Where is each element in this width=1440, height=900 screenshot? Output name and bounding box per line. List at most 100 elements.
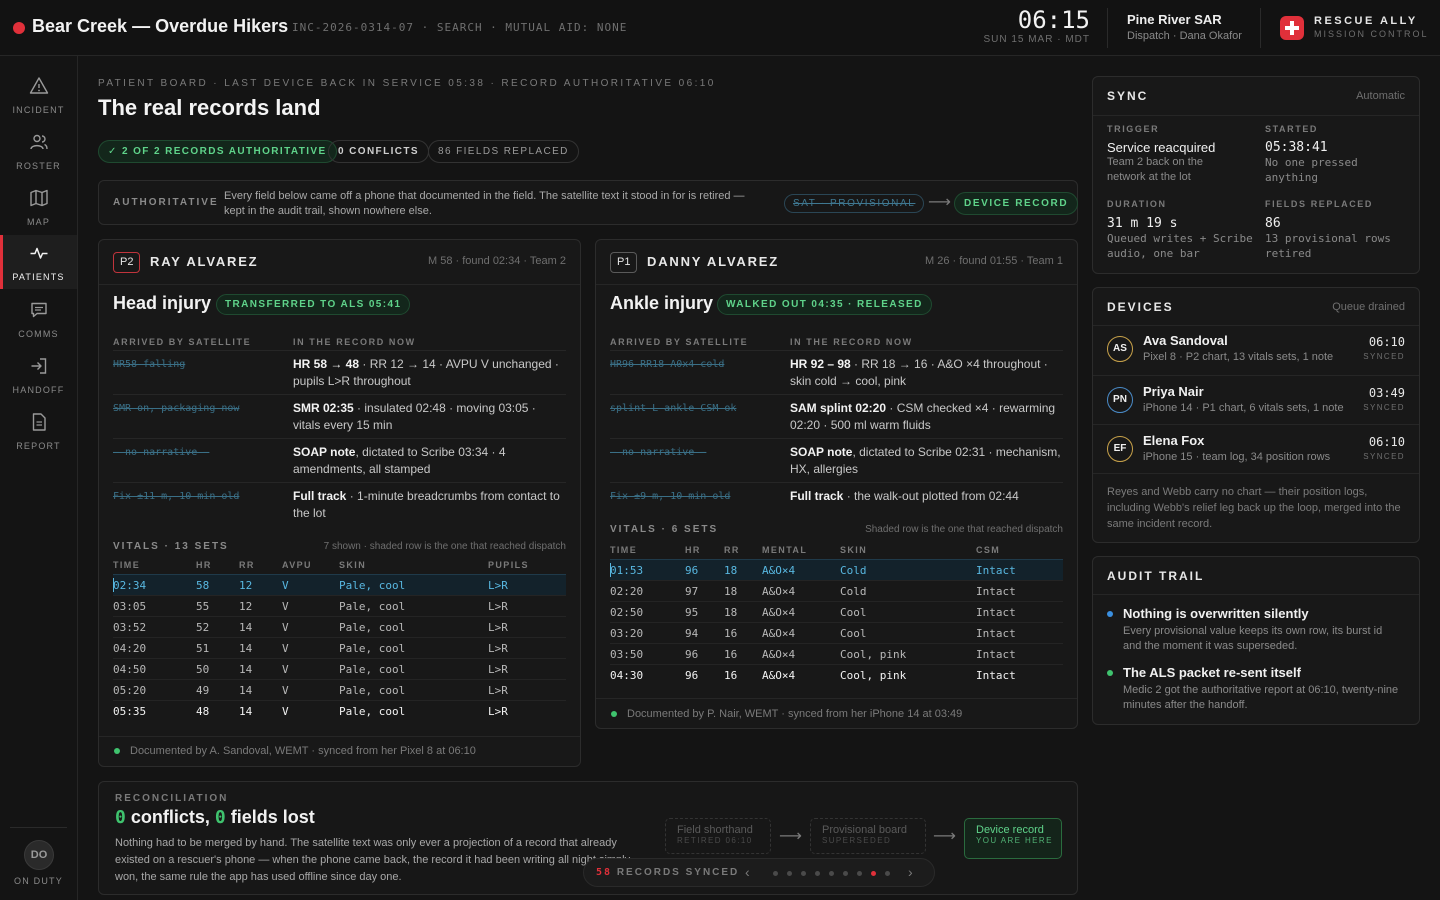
audit-item[interactable]: The ALS packet re-sent itself Medic 2 go… bbox=[1107, 665, 1405, 713]
page-dot[interactable] bbox=[871, 871, 876, 876]
device-row[interactable]: PN Priya Nair iPhone 14 · P1 chart, 6 vi… bbox=[1093, 375, 1419, 425]
clock-date: SUN 15 MAR · MDT bbox=[983, 34, 1090, 45]
table-cell: V bbox=[282, 663, 289, 676]
table-row[interactable]: 03:52 52 14 V Pale, cool L>R bbox=[113, 616, 566, 637]
table-cell: Cold bbox=[840, 564, 867, 577]
column-header: IN THE RECORD NOW bbox=[790, 337, 913, 347]
page-dot[interactable] bbox=[787, 871, 792, 876]
stage-device-record[interactable]: Device record YOU ARE HERE bbox=[964, 818, 1062, 859]
table-row[interactable]: 03:50 96 16 A&O×4 Cool, pink Intact bbox=[610, 643, 1063, 664]
device-row[interactable]: AS Ava Sandoval Pixel 8 · P2 chart, 13 v… bbox=[1093, 325, 1419, 375]
page-dot[interactable] bbox=[829, 871, 834, 876]
brand-subtitle: MISSION CONTROL bbox=[1314, 29, 1429, 39]
sidebar: INCIDENT ROSTER MAP PATIENTS COMMS HANDO… bbox=[0, 56, 78, 900]
fields-replaced-value: 86 bbox=[1265, 216, 1281, 231]
record-row: SMR on, packaging now SMR 02:35 · insula… bbox=[113, 394, 566, 438]
device-owner: Priya Nair bbox=[1143, 384, 1204, 399]
nav-item-map[interactable]: MAP bbox=[0, 180, 77, 234]
nav-item-roster[interactable]: ROSTER bbox=[0, 124, 77, 178]
table-row[interactable]: 04:20 51 14 V Pale, cool L>R bbox=[113, 637, 566, 658]
record-row: HR58 falling HR 58 → 48 · RR 12 → 14 · A… bbox=[113, 350, 566, 394]
patient-meta: M 26 · found 01:55 · Team 1 bbox=[925, 255, 1063, 267]
live-indicator-dot bbox=[13, 22, 25, 34]
table-row[interactable]: 02:50 95 18 A&O×4 Cool Intact bbox=[610, 601, 1063, 622]
page-dot[interactable] bbox=[801, 871, 806, 876]
nav-item-comms[interactable]: COMMS bbox=[0, 292, 77, 346]
sync-mode: Automatic bbox=[1356, 90, 1405, 102]
table-row[interactable]: 01:53 96 18 A&O×4 Cold Intact bbox=[610, 559, 1063, 580]
queue-status: Queue drained bbox=[1332, 301, 1405, 313]
patient-card: P2 RAY ALVAREZ M 58 · found 02:34 · Team… bbox=[98, 239, 581, 767]
document-icon bbox=[32, 413, 46, 431]
table-row[interactable]: 05:35 48 14 V Pale, cool L>R bbox=[113, 700, 566, 721]
table-cell: V bbox=[282, 642, 289, 655]
satellite-value: HR96 RR18 A0x4 cold bbox=[610, 359, 725, 370]
page-dot[interactable] bbox=[815, 871, 820, 876]
sat-provisional-tag: SAT · PROVISIONAL bbox=[784, 194, 925, 213]
table-cell: Cold bbox=[840, 585, 867, 598]
page-dot[interactable] bbox=[885, 871, 890, 876]
avatar: PN bbox=[1107, 387, 1133, 413]
table-row[interactable]: 03:05 55 12 V Pale, cool L>R bbox=[113, 595, 566, 616]
nav-item-report[interactable]: REPORT bbox=[0, 404, 77, 458]
record-value: Full track · the walk-out plotted from 0… bbox=[790, 489, 1019, 503]
table-cell: 14 bbox=[239, 705, 253, 718]
incident-title[interactable]: Bear Creek — Overdue Hikers bbox=[32, 16, 288, 37]
organization-name: Pine River SAR bbox=[1127, 12, 1222, 27]
audit-item[interactable]: Nothing is overwritten silently Every pr… bbox=[1107, 606, 1405, 654]
chevron-right-icon[interactable]: › bbox=[908, 864, 913, 880]
sync-time: 03:49 bbox=[1368, 386, 1405, 400]
avatar: AS bbox=[1107, 336, 1133, 362]
page-dot[interactable] bbox=[857, 871, 862, 876]
patient-name[interactable]: DANNY ALVAREZ bbox=[647, 254, 779, 269]
table-row[interactable]: 02:34 58 12 V Pale, cool L>R bbox=[113, 574, 566, 595]
table-cell: L>R bbox=[488, 705, 508, 718]
table-cell: L>R bbox=[488, 663, 508, 676]
table-cell: 02:20 bbox=[610, 585, 644, 598]
page-dot[interactable] bbox=[773, 871, 778, 876]
table-row[interactable]: 04:30 96 16 A&O×4 Cool, pink Intact bbox=[610, 664, 1063, 685]
avatar[interactable]: DO bbox=[24, 840, 54, 870]
table-header: RR bbox=[724, 545, 740, 555]
page-dot[interactable] bbox=[843, 871, 848, 876]
nav-item-incident[interactable]: INCIDENT bbox=[0, 68, 77, 122]
arrow-right-icon: ⟶ bbox=[933, 828, 956, 845]
satellite-value: splint L ankle CSM ok bbox=[610, 403, 737, 414]
device-owner: Ava Sandoval bbox=[1143, 333, 1228, 348]
table-row[interactable]: 04:50 50 14 V Pale, cool L>R bbox=[113, 658, 566, 679]
device-row[interactable]: EF Elena Fox iPhone 15 · team log, 34 po… bbox=[1093, 424, 1419, 474]
table-cell: V bbox=[282, 705, 289, 718]
table-cell: 50 bbox=[196, 663, 210, 676]
bullet-dot bbox=[1107, 611, 1113, 617]
patient-card: P1 DANNY ALVAREZ M 26 · found 01:55 · Te… bbox=[595, 239, 1078, 729]
banner-text: Every field below came off a phone that … bbox=[224, 190, 745, 217]
column-header: ARRIVED BY SATELLITE bbox=[610, 337, 749, 347]
vitals-title: VITALS · 6 SETS bbox=[610, 524, 719, 535]
table-cell: A&O×4 bbox=[762, 669, 796, 682]
patient-name[interactable]: RAY ALVAREZ bbox=[150, 254, 258, 269]
device-record-tag: DEVICE RECORD bbox=[954, 192, 1079, 215]
record-value: HR 58 → 48 · RR 12 → 14 · AVPU V unchang… bbox=[293, 357, 559, 388]
nav-item-handoff[interactable]: HANDOFF bbox=[0, 348, 77, 402]
table-cell: 96 bbox=[685, 564, 699, 577]
table-cell: A&O×4 bbox=[762, 627, 796, 640]
table-cell: Pale, cool bbox=[339, 663, 406, 676]
record-row: — no narrative — SOAP note, dictated to … bbox=[113, 438, 566, 482]
table-cell: 14 bbox=[239, 663, 253, 676]
stage-provisional-board: Provisional board SUPERSEDED bbox=[810, 818, 926, 854]
table-row[interactable]: 02:20 97 18 A&O×4 Cold Intact bbox=[610, 580, 1063, 601]
table-row[interactable]: 05:20 49 14 V Pale, cool L>R bbox=[113, 679, 566, 700]
chevron-left-icon[interactable]: ‹ bbox=[745, 864, 750, 880]
status-badge: WALKED OUT 04:35 · RELEASED bbox=[717, 294, 932, 315]
brand-name: RESCUE ALLY bbox=[1314, 15, 1418, 27]
table-row[interactable]: 03:20 94 16 A&O×4 Cool Intact bbox=[610, 622, 1063, 643]
diagnosis: Ankle injury bbox=[610, 293, 714, 313]
reconciliation-text: Nothing had to be merged by hand. The sa… bbox=[115, 837, 631, 883]
divider bbox=[10, 827, 67, 828]
priority-badge: P1 bbox=[610, 252, 638, 273]
table-cell: 48 bbox=[196, 705, 210, 718]
nav-item-patients[interactable]: PATIENTS bbox=[0, 235, 77, 289]
chat-icon bbox=[31, 302, 47, 318]
record-value: SMR 02:35 · insulated 02:48 · moving 03:… bbox=[293, 401, 536, 432]
table-cell: L>R bbox=[488, 621, 508, 634]
